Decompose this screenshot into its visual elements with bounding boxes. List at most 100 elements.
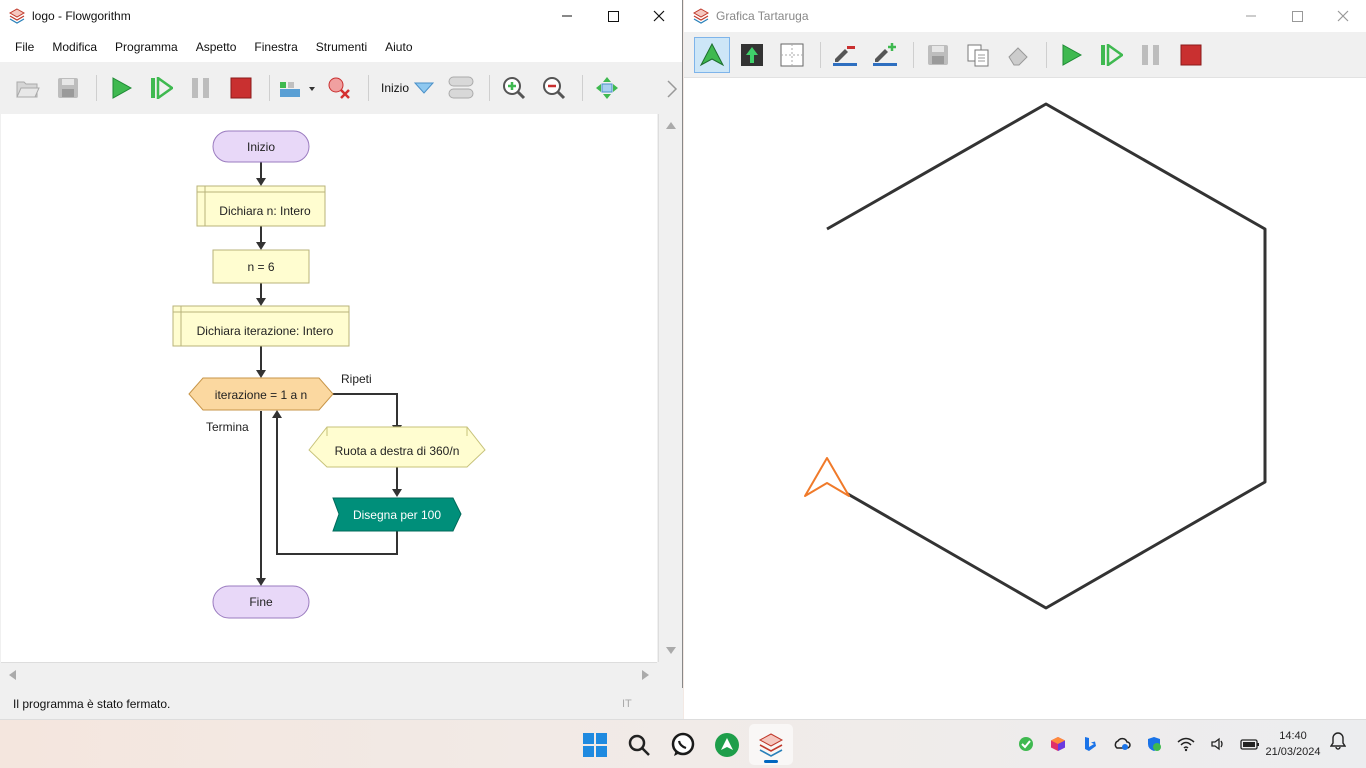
grid-button[interactable] xyxy=(774,37,810,73)
tray-wifi-icon[interactable] xyxy=(1170,732,1202,756)
draw-forward-block[interactable]: Disegna per 100 xyxy=(332,497,462,532)
flowgorithm-taskbar-app[interactable] xyxy=(749,724,793,765)
zoom-in-button[interactable] xyxy=(496,70,532,106)
step-icon xyxy=(151,77,173,99)
end-label: Fine xyxy=(249,595,273,609)
chevron-right-icon xyxy=(667,80,678,98)
shape-toggle-button[interactable] xyxy=(443,70,479,106)
menu-programma[interactable]: Programma xyxy=(106,40,187,54)
turtle-cursor xyxy=(804,457,850,497)
menu-file[interactable]: File xyxy=(6,40,43,54)
scroll-down-arrow xyxy=(666,647,676,654)
clear-breakpoints-button[interactable] xyxy=(322,70,358,106)
clock-date: 21/03/2024 xyxy=(1265,746,1321,758)
close-button[interactable] xyxy=(636,0,682,32)
tray-bing-icon[interactable] xyxy=(1074,732,1106,756)
for-loop-block[interactable]: iterazione = 1 a n xyxy=(188,377,334,411)
variables-dropdown-button[interactable] xyxy=(276,70,318,106)
pause-button[interactable] xyxy=(1133,37,1169,73)
open-folder-icon xyxy=(16,81,40,98)
end-terminal[interactable]: Fine xyxy=(212,585,310,619)
tray-volume-icon[interactable] xyxy=(1202,732,1234,756)
start-terminal[interactable]: Inizio xyxy=(212,130,310,163)
flowgorithm-titlebar[interactable]: logo - Flowgorithm xyxy=(0,0,682,32)
bell-icon xyxy=(1329,732,1347,750)
status-bar: Il programma è stato fermato. IT xyxy=(0,688,683,719)
save-icon xyxy=(928,44,948,65)
show-turtle-button[interactable] xyxy=(694,36,730,73)
system-tray xyxy=(1010,732,1266,756)
maximize-button[interactable] xyxy=(1274,0,1320,32)
minimize-button[interactable] xyxy=(1228,0,1274,32)
assign-n-label: n = 6 xyxy=(247,260,274,274)
menu-bar: File Modifica Programma Aspetto Finestra… xyxy=(0,32,682,62)
green-app[interactable] xyxy=(705,724,749,765)
search-button[interactable] xyxy=(617,724,661,765)
app-green-icon xyxy=(715,732,739,757)
zoom-mode-dropdown[interactable] xyxy=(409,70,439,106)
flowchart-canvas[interactable]: Inizio Dichiara n: Intero n = 6 Dichiara… xyxy=(1,114,657,662)
fit-view-button[interactable] xyxy=(589,70,625,106)
start-button[interactable] xyxy=(573,724,617,765)
menu-strumenti[interactable]: Strumenti xyxy=(307,40,376,54)
turtle-titlebar[interactable]: Grafica Tartaruga xyxy=(684,0,1366,32)
save-button[interactable] xyxy=(50,70,86,106)
step-icon xyxy=(1101,43,1123,66)
horizontal-scrollbar[interactable] xyxy=(1,662,657,686)
pen-thinner-button[interactable] xyxy=(827,37,863,73)
clock-time: 14:40 xyxy=(1279,730,1307,742)
whatsapp-icon xyxy=(671,732,695,756)
declare-iter-block[interactable]: Dichiara iterazione: Intero xyxy=(172,305,350,347)
turtle-window: Grafica Tartaruga xyxy=(684,0,1366,719)
grid-icon xyxy=(780,43,804,66)
shape-icon xyxy=(448,76,474,99)
run-button[interactable] xyxy=(1053,37,1089,73)
main-toolbar: Inizio xyxy=(0,62,682,114)
tray-shield-icon[interactable] xyxy=(1138,732,1170,756)
pen-thicker-button[interactable] xyxy=(867,37,903,73)
whatsapp-app[interactable] xyxy=(661,724,705,765)
tray-cloud-sync-icon[interactable] xyxy=(1106,732,1138,756)
stop-button[interactable] xyxy=(1173,37,1209,73)
step-button[interactable] xyxy=(143,70,179,106)
taskbar: 14:40 21/03/2024 xyxy=(0,719,1366,768)
menu-aiuto[interactable]: Aiuto xyxy=(376,40,421,54)
tray-check-icon[interactable] xyxy=(1010,732,1042,756)
taskbar-clock[interactable]: 14:40 21/03/2024 xyxy=(1258,728,1328,760)
maximize-button[interactable] xyxy=(590,0,636,32)
turtle-canvas[interactable] xyxy=(684,78,1366,719)
turn-right-label: Ruota a destra di 360/n xyxy=(335,444,460,458)
zoom-mode-label[interactable]: Inizio xyxy=(381,81,409,95)
pause-button[interactable] xyxy=(183,70,219,106)
stop-icon xyxy=(230,77,252,99)
vertical-scrollbar[interactable] xyxy=(658,114,682,662)
menu-finestra[interactable]: Finestra xyxy=(245,40,306,54)
chevron-down-icon xyxy=(414,82,435,94)
flowchart-diagram: Inizio Dichiara n: Intero n = 6 Dichiara… xyxy=(172,130,486,619)
menu-aspetto[interactable]: Aspetto xyxy=(187,40,246,54)
erase-button[interactable] xyxy=(1000,37,1036,73)
copy-icon xyxy=(967,44,989,66)
notifications-button[interactable] xyxy=(1329,732,1347,753)
move-up-button[interactable] xyxy=(734,37,770,73)
minimize-button[interactable] xyxy=(544,0,590,32)
close-button[interactable] xyxy=(1320,0,1366,32)
menu-modifica[interactable]: Modifica xyxy=(43,40,106,54)
zoom-out-button[interactable] xyxy=(536,70,572,106)
copy-button[interactable] xyxy=(960,37,996,73)
toolbar-more-arrow[interactable] xyxy=(666,80,678,101)
declare-n-block[interactable]: Dichiara n: Intero xyxy=(196,185,326,227)
save-image-button[interactable] xyxy=(920,37,956,73)
assign-n-block[interactable]: n = 6 xyxy=(212,249,310,284)
turn-right-block[interactable]: Ruota a destra di 360/n xyxy=(308,426,486,468)
play-icon xyxy=(1062,43,1082,66)
run-button[interactable] xyxy=(103,70,139,106)
stop-button[interactable] xyxy=(223,70,259,106)
open-button[interactable] xyxy=(10,70,46,106)
stop-icon xyxy=(1180,44,1202,65)
draw-forward-label: Disegna per 100 xyxy=(353,508,441,522)
fit-view-icon xyxy=(596,77,619,99)
turtle-drawing xyxy=(804,102,1267,610)
step-button[interactable] xyxy=(1093,37,1129,73)
tray-cube-icon[interactable] xyxy=(1042,732,1074,756)
